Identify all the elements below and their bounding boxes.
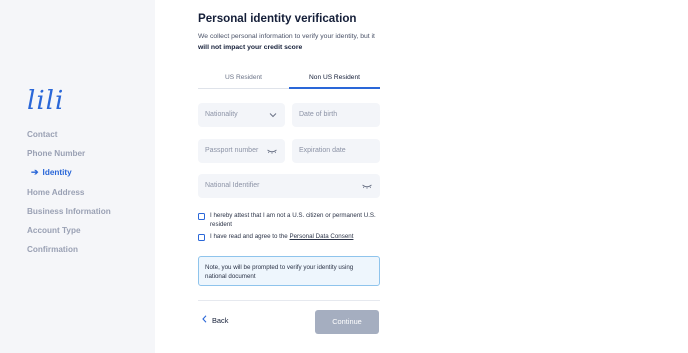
step-label: Business Information	[27, 206, 111, 216]
step-label: Home Address	[27, 187, 85, 197]
consent-text: I have read and agree to the	[210, 233, 290, 240]
national-identifier-input[interactable]: National Identifier	[198, 174, 380, 198]
date-of-birth-input[interactable]: Date of birth	[292, 103, 380, 127]
passport-number-placeholder: Passport number	[205, 147, 259, 154]
date-of-birth-placeholder: Date of birth	[299, 111, 338, 118]
consent-label: I have read and agree to the Personal Da…	[210, 233, 353, 242]
back-label: Back	[212, 316, 229, 325]
residency-tabs: US Resident Non US Resident	[198, 70, 380, 89]
nationality-select[interactable]: Nationality	[198, 103, 285, 127]
passport-number-input[interactable]: Passport number	[198, 139, 285, 163]
step-label: Confirmation	[27, 245, 78, 255]
attest-checkbox-row: I hereby attest that I am not a U.S. cit…	[198, 212, 378, 229]
consent-checkbox-row: I have read and agree to the Personal Da…	[198, 233, 378, 242]
step-label: Phone Number	[27, 149, 86, 159]
page-description: We collect personal information to verif…	[198, 32, 384, 53]
attest-label: I hereby attest that I am not a U.S. cit…	[210, 212, 376, 228]
chevron-left-icon	[202, 315, 207, 325]
continue-button[interactable]: Continue	[315, 310, 379, 334]
step-business-information[interactable]: Business Information	[27, 206, 111, 225]
sidebar: lili Contact Phone Number ➔ Identity Home…	[0, 0, 155, 353]
national-identifier-placeholder: National Identifier	[205, 182, 260, 189]
step-confirmation[interactable]: Confirmation	[27, 244, 111, 263]
personal-data-consent-link[interactable]: Personal Data Consent	[289, 233, 353, 240]
eye-closed-icon[interactable]	[267, 139, 277, 174]
chevron-down-icon	[269, 103, 277, 138]
step-phone-number[interactable]: Phone Number	[27, 148, 111, 167]
nationality-placeholder: Nationality	[205, 111, 238, 118]
step-label: Identity	[42, 168, 72, 178]
divider	[198, 300, 380, 301]
expiration-date-placeholder: Expiration date	[299, 147, 346, 154]
eye-closed-icon[interactable]	[362, 174, 372, 209]
consent-checkbox[interactable]	[198, 234, 205, 241]
attest-checkbox[interactable]	[198, 213, 205, 220]
tab-us-resident[interactable]: US Resident	[198, 70, 289, 88]
step-home-address[interactable]: Home Address	[27, 187, 111, 206]
step-contact[interactable]: Contact	[27, 129, 111, 148]
step-label: Contact	[27, 130, 58, 139]
lili-logo: lili	[27, 86, 65, 116]
step-account-type[interactable]: Account Type	[27, 225, 111, 244]
step-identity[interactable]: ➔ Identity	[27, 167, 111, 186]
expiration-date-input[interactable]: Expiration date	[292, 139, 380, 163]
step-label: Account Type	[27, 225, 81, 235]
page-title: Personal identity verification	[198, 12, 357, 25]
step-list: Contact Phone Number ➔ Identity Home Addr…	[27, 129, 111, 263]
verification-note: Note, you will be prompted to verify you…	[198, 256, 380, 286]
arrow-right-icon: ➔	[31, 167, 39, 178]
back-button[interactable]: Back	[202, 315, 228, 327]
description-text: We collect personal information to verif…	[198, 33, 375, 40]
description-emphasis: will not impact your credit score	[198, 43, 303, 51]
main-content: Personal identity verification We collec…	[155, 0, 688, 353]
tab-non-us-resident[interactable]: Non US Resident	[289, 70, 380, 89]
